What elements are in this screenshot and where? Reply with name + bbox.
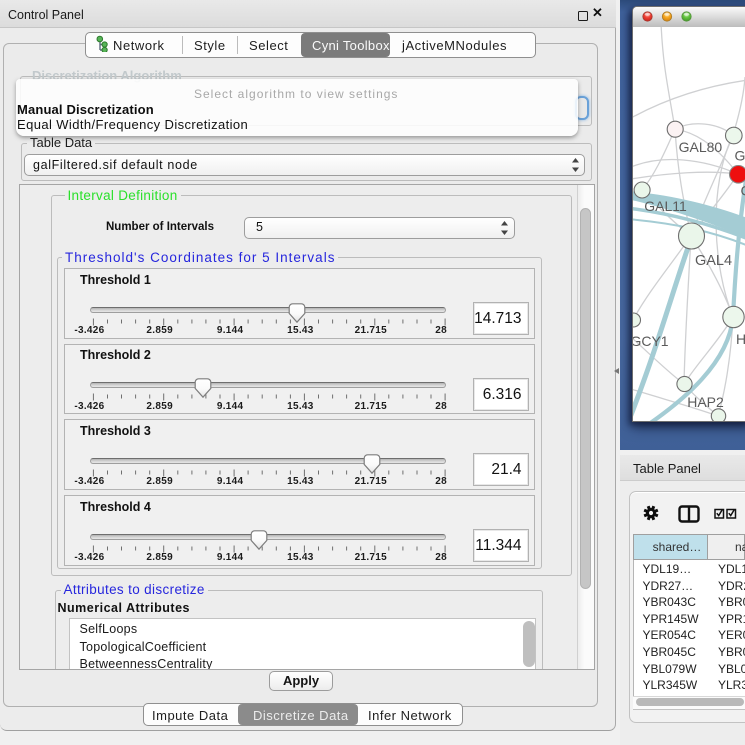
svg-text:GCY1: GCY1 [633,333,669,349]
svg-text:GAL80: GAL80 [679,139,723,155]
svg-text:GAL11: GAL11 [644,198,687,214]
svg-text:GAL4: GAL4 [695,253,732,269]
svg-text:CDC25: CDC25 [741,183,745,199]
svg-text:HAP2: HAP2 [687,394,724,410]
svg-text:GAL2: GAL2 [735,148,745,164]
svg-text:HIS4: HIS4 [736,331,745,347]
